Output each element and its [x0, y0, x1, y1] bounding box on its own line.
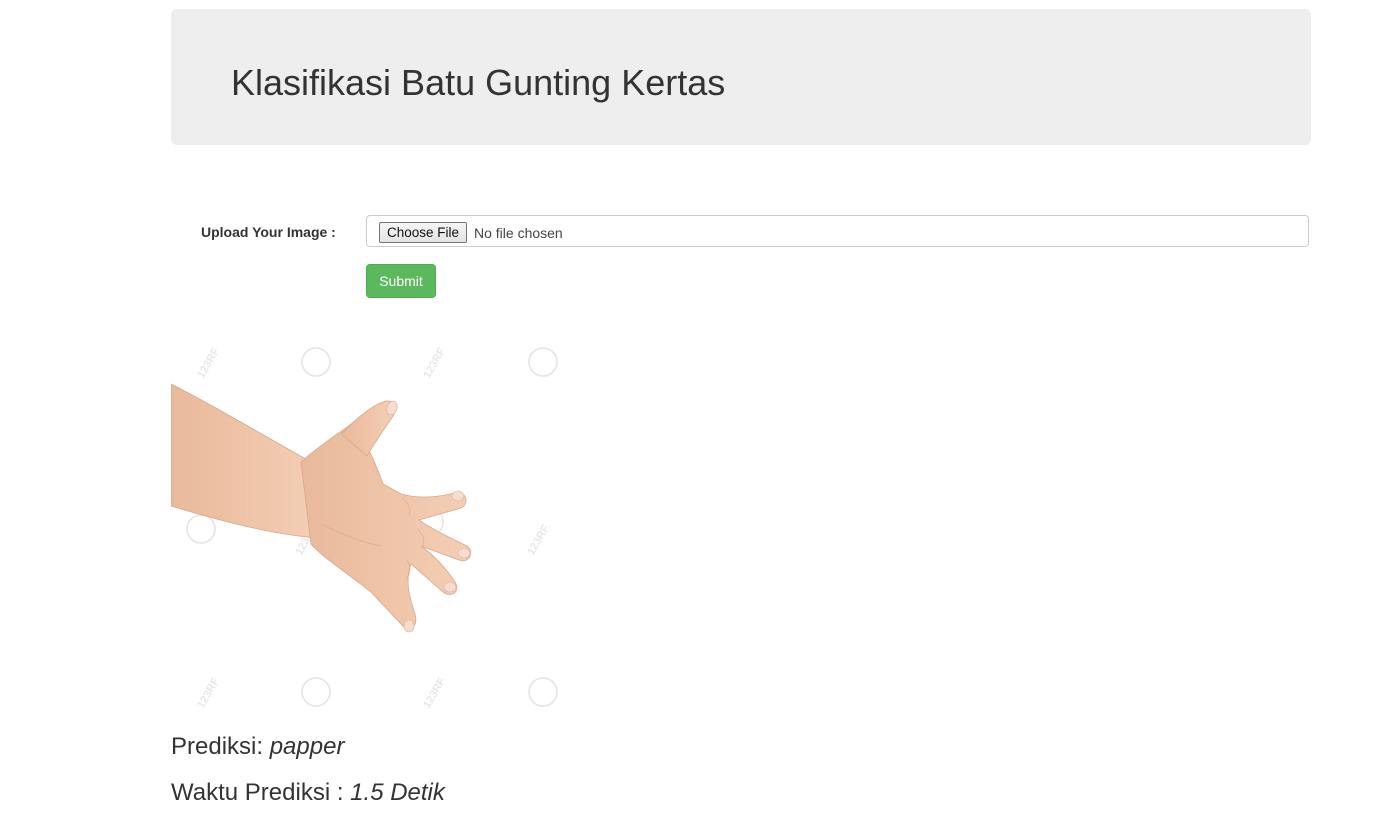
prediction-result: Prediksi: papper [171, 733, 344, 761]
choose-file-button[interactable]: Choose File [379, 222, 468, 243]
svg-text:123RF: 123RF [421, 346, 448, 381]
prediction-value: papper [269, 733, 345, 760]
file-upload-input[interactable]: Choose File No file chosen [366, 215, 1309, 247]
prediction-label: Prediksi: [171, 733, 264, 760]
svg-text:123RF: 123RF [195, 346, 222, 381]
prediction-time-value: 1.5 Detik [350, 779, 445, 806]
page-title: Klasifikasi Batu Gunting Kertas [231, 62, 726, 103]
prediction-time: Waktu Prediksi : 1.5 Detik [171, 779, 445, 807]
submit-button[interactable]: Submit [366, 264, 436, 298]
prediction-time-label: Waktu Prediksi : [171, 779, 344, 806]
svg-text:123RF: 123RF [525, 523, 552, 558]
svg-text:123RF: 123RF [195, 676, 222, 711]
svg-text:123RF: 123RF [421, 676, 448, 711]
header-jumbotron: Klasifikasi Batu Gunting Kertas [171, 9, 1311, 145]
uploaded-hand-image: 123RF 123RF 123RF 123RF 123RF 123RF [171, 324, 561, 714]
upload-image-label: Upload Your Image : [201, 224, 336, 240]
file-status-text: No file chosen [474, 225, 563, 241]
